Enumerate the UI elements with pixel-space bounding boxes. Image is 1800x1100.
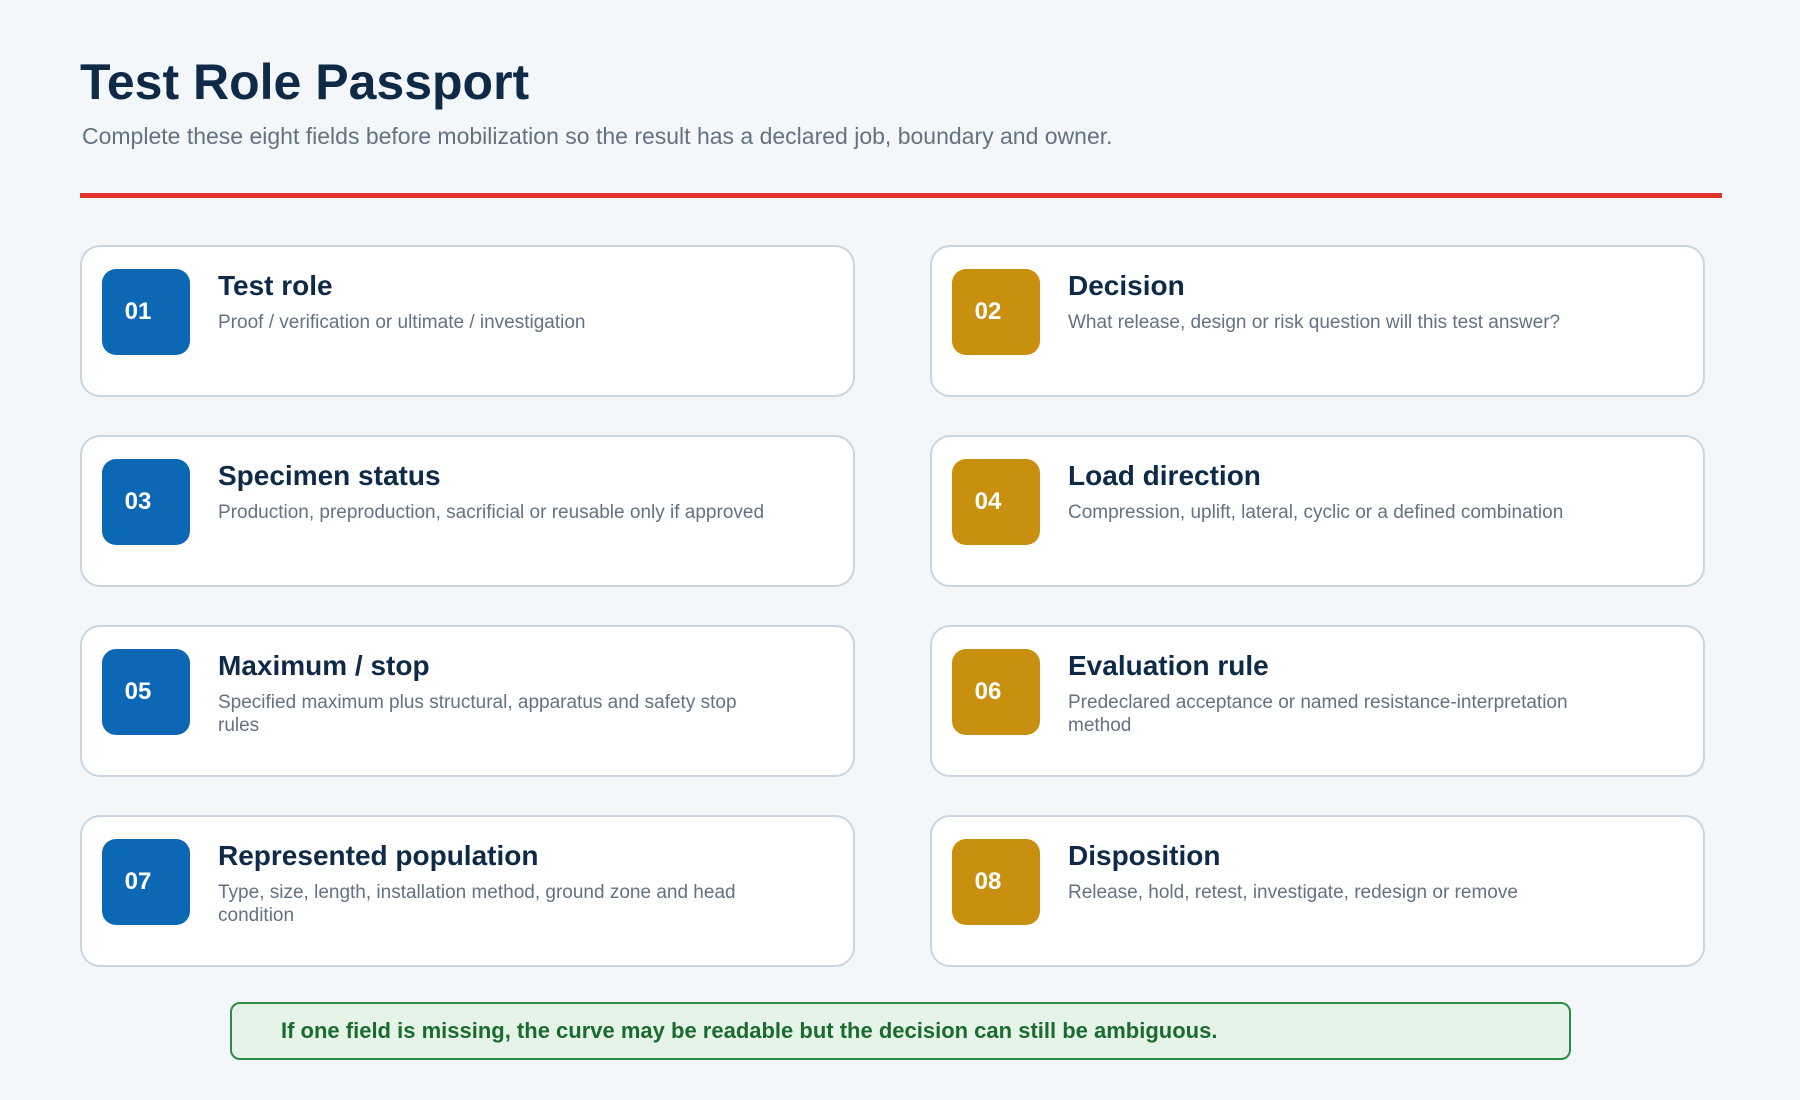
warning-note: If one field is missing, the curve may b… bbox=[230, 1002, 1571, 1060]
field-description: Production, preproduction, sacrificial o… bbox=[218, 502, 765, 523]
field-number-badge: 07 bbox=[102, 839, 190, 925]
field-number-badge: 06 bbox=[952, 649, 1040, 735]
field-title: Represented population bbox=[218, 840, 539, 871]
field-title: Evaluation rule bbox=[1068, 650, 1269, 681]
field-card-evaluation-rule: 06 Evaluation rule Predeclared acceptanc… bbox=[930, 625, 1705, 777]
field-number-badge: 02 bbox=[952, 269, 1040, 355]
field-title: Disposition bbox=[1068, 840, 1221, 871]
field-description: Specified maximum plus structural, appar… bbox=[218, 692, 737, 736]
field-card-test-role: 01 Test role Proof / verification or ult… bbox=[80, 245, 855, 397]
field-title: Test role bbox=[218, 270, 333, 301]
field-description: What release, design or risk question wi… bbox=[1068, 312, 1561, 333]
field-title: Load direction bbox=[1068, 460, 1261, 491]
field-card-specimen-status: 03 Specimen status Production, preproduc… bbox=[80, 435, 855, 587]
field-card-load-direction: 04 Load direction Compression, uplift, l… bbox=[930, 435, 1705, 587]
field-description: Proof / verification or ultimate / inves… bbox=[218, 312, 586, 333]
field-description: Predeclared acceptance or named resistan… bbox=[1068, 692, 1568, 736]
field-description: Type, size, length, installation method,… bbox=[218, 882, 736, 926]
field-card-disposition: 08 Disposition Release, hold, retest, in… bbox=[930, 815, 1705, 967]
field-title: Maximum / stop bbox=[218, 650, 430, 681]
field-number-badge: 01 bbox=[102, 269, 190, 355]
field-card-represented-population: 07 Represented population Type, size, le… bbox=[80, 815, 855, 967]
field-number-badge: 04 bbox=[952, 459, 1040, 545]
field-card-maximum-stop: 05 Maximum / stop Specified maximum plus… bbox=[80, 625, 855, 777]
field-number-badge: 03 bbox=[102, 459, 190, 545]
field-title: Specimen status bbox=[218, 460, 441, 491]
field-description: Release, hold, retest, investigate, rede… bbox=[1068, 882, 1518, 903]
field-title: Decision bbox=[1068, 270, 1185, 301]
page-title: Test Role Passport bbox=[80, 54, 530, 110]
accent-divider bbox=[80, 193, 1722, 198]
field-number-badge: 08 bbox=[952, 839, 1040, 925]
field-card-decision: 02 Decision What release, design or risk… bbox=[930, 245, 1705, 397]
field-description: Compression, uplift, lateral, cyclic or … bbox=[1068, 502, 1564, 523]
page-subtitle: Complete these eight fields before mobil… bbox=[82, 123, 1113, 149]
field-number-badge: 05 bbox=[102, 649, 190, 735]
warning-note-text: If one field is missing, the curve may b… bbox=[281, 1018, 1218, 1043]
